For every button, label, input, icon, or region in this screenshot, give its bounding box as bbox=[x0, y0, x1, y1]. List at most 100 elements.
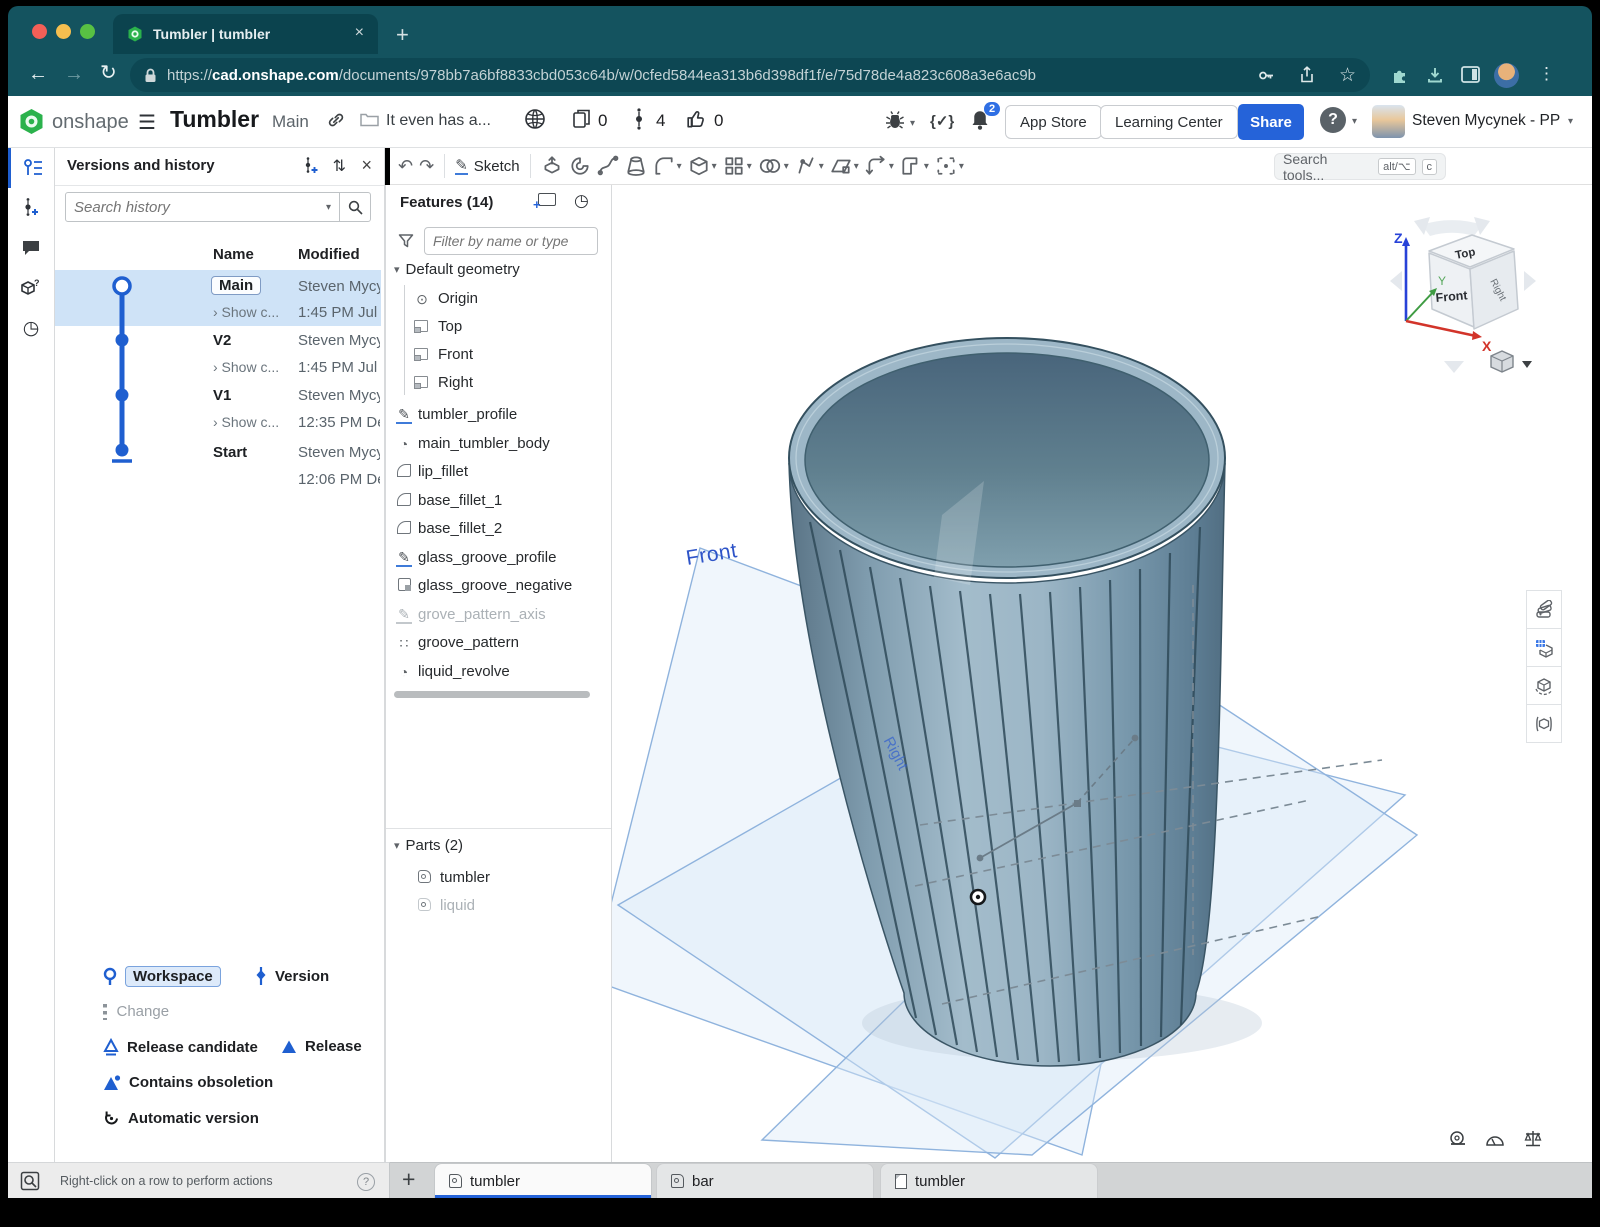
shell-caret-icon[interactable]: ▾ bbox=[712, 161, 717, 172]
transform-tool-icon[interactable]: ▾ bbox=[865, 155, 894, 177]
versions-count-icon[interactable] bbox=[634, 107, 644, 131]
view-options-caret-icon[interactable] bbox=[1522, 361, 1532, 368]
history-panel-button[interactable]: ◷ bbox=[8, 308, 54, 348]
workspace-badge[interactable]: Main bbox=[211, 276, 261, 295]
browser-tab[interactable]: Tumbler | tumbler × bbox=[113, 14, 378, 54]
default-geometry-group[interactable]: ▾ Default geometry bbox=[394, 261, 520, 278]
sheet-metal-tool-icon[interactable]: ▾ bbox=[900, 155, 929, 177]
pattern-tool-icon[interactable]: ▾ bbox=[723, 155, 752, 177]
show-changes-link[interactable]: › Show c... bbox=[213, 304, 279, 320]
feature-item-suppressed[interactable]: ✎ grove_pattern_axis bbox=[386, 603, 611, 629]
protractor-icon[interactable] bbox=[1484, 1129, 1506, 1149]
folder-icon[interactable] bbox=[360, 112, 379, 127]
origin-marker[interactable] bbox=[971, 890, 985, 904]
tab-bar-element[interactable]: bar bbox=[656, 1163, 874, 1198]
feature-item[interactable]: lip_fillet bbox=[386, 460, 611, 486]
insert-folder-button[interactable]: + bbox=[538, 193, 556, 211]
browser-menu-dots-icon[interactable]: ⋮ bbox=[1538, 64, 1555, 84]
search-tools-box[interactable]: Search tools... alt/⌥ c bbox=[1274, 153, 1446, 180]
search-history-box[interactable]: ▾ bbox=[65, 192, 371, 222]
browser-profile-avatar[interactable] bbox=[1494, 63, 1519, 88]
version-name[interactable]: V1 bbox=[213, 387, 231, 404]
filter-features-input[interactable] bbox=[424, 227, 598, 255]
boolean-caret-icon[interactable]: ▾ bbox=[784, 161, 789, 172]
version-name[interactable]: V2 bbox=[213, 332, 231, 349]
feature-plane-right[interactable]: Right bbox=[386, 371, 611, 397]
shell-tool-icon[interactable]: ▾ bbox=[688, 155, 717, 177]
show-changes-link[interactable]: › Show c... bbox=[213, 414, 279, 430]
feature-item[interactable]: base_fillet_2 bbox=[386, 517, 611, 543]
filter-funnel-icon[interactable] bbox=[398, 233, 414, 249]
plane-tool-icon[interactable]: ▾ bbox=[830, 155, 859, 177]
search-history-input[interactable] bbox=[66, 199, 326, 216]
user-caret-icon[interactable]: ▾ bbox=[1568, 116, 1573, 127]
search-document-icon[interactable] bbox=[20, 1171, 40, 1191]
create-version-button[interactable] bbox=[8, 188, 54, 228]
user-avatar[interactable] bbox=[1372, 105, 1405, 138]
custom-tables-panel-button[interactable] bbox=[1526, 705, 1562, 743]
plane-caret-icon[interactable]: ▾ bbox=[854, 161, 859, 172]
copies-icon[interactable] bbox=[572, 108, 592, 130]
modify-caret-icon[interactable]: ▾ bbox=[819, 161, 824, 172]
view-cube[interactable]: Top Front Right Z Y X bbox=[1384, 203, 1544, 381]
undo-icon[interactable]: ↶ bbox=[398, 156, 413, 177]
feature-script-icon[interactable]: {✓} bbox=[930, 112, 954, 130]
help-button[interactable]: ? bbox=[1320, 107, 1346, 133]
view-options-cube-icon[interactable] bbox=[1491, 351, 1513, 372]
extensions-puzzle-icon[interactable] bbox=[1390, 66, 1409, 85]
download-icon[interactable] bbox=[1426, 66, 1444, 84]
show-changes-link[interactable]: › Show c... bbox=[213, 359, 279, 375]
version-name[interactable]: Start bbox=[213, 444, 247, 461]
forward-icon[interactable]: → bbox=[64, 64, 84, 84]
password-key-icon[interactable] bbox=[1258, 67, 1275, 84]
report-bug-icon[interactable] bbox=[884, 109, 906, 131]
onshape-logo[interactable] bbox=[18, 108, 45, 135]
tab-tumbler-active[interactable]: tumbler bbox=[434, 1163, 652, 1198]
feature-item[interactable]: ◔ liquid_revolve bbox=[386, 660, 611, 686]
mate-connector-tool-icon[interactable]: ▾ bbox=[935, 155, 964, 177]
feature-item[interactable]: ✎ tumbler_profile bbox=[386, 403, 611, 429]
sketch-button[interactable]: ✎ Sketch bbox=[455, 158, 519, 175]
feature-item[interactable]: ◔ main_tumbler_body bbox=[386, 432, 611, 458]
boolean-tool-icon[interactable]: ▾ bbox=[758, 155, 789, 177]
model-help-panel-button[interactable]: ? bbox=[8, 268, 54, 308]
sweep-tool-icon[interactable] bbox=[597, 155, 619, 177]
versions-panel-button[interactable] bbox=[8, 148, 54, 188]
loft-tool-icon[interactable] bbox=[625, 155, 647, 177]
redo-icon[interactable]: ↷ bbox=[419, 156, 434, 177]
help-caret-icon[interactable]: ▾ bbox=[1352, 116, 1357, 127]
chevron-down-icon[interactable]: ▾ bbox=[394, 839, 400, 852]
close-panel-icon[interactable]: × bbox=[361, 155, 372, 176]
rollback-history-icon[interactable]: ◷ bbox=[574, 191, 589, 211]
mate-caret-icon[interactable]: ▾ bbox=[959, 161, 964, 172]
transform-caret-icon[interactable]: ▾ bbox=[889, 161, 894, 172]
part-item[interactable]: tumbler bbox=[386, 866, 611, 892]
appearance-panel-button[interactable] bbox=[1526, 590, 1562, 629]
configurations-panel-button[interactable] bbox=[1526, 629, 1562, 667]
user-name[interactable]: Steven Mycynek - PP bbox=[1412, 112, 1560, 130]
add-tab-button[interactable]: + bbox=[402, 1166, 415, 1193]
version-row-main[interactable]: Main › Show c... Steven Mycy 1:45 PM Jul bbox=[55, 270, 381, 326]
chevron-down-icon[interactable]: ▾ bbox=[394, 263, 400, 276]
pattern-caret-icon[interactable]: ▾ bbox=[747, 161, 752, 172]
version-row-v1[interactable]: V1 › Show c... Steven Mycy 12:35 PM De bbox=[55, 381, 381, 436]
document-title[interactable]: Tumbler bbox=[170, 106, 259, 133]
feature-item[interactable]: glass_groove_negative bbox=[386, 574, 611, 600]
model-viewport[interactable]: Front Right Top Front Right Z bbox=[612, 185, 1592, 1162]
feature-origin[interactable]: ⊙ Origin bbox=[386, 287, 611, 313]
share-icon[interactable] bbox=[1299, 66, 1315, 84]
zoom-window-button[interactable] bbox=[80, 24, 95, 39]
app-store-button[interactable]: App Store bbox=[1005, 105, 1102, 139]
new-tab-button[interactable]: + bbox=[396, 22, 409, 48]
feature-item[interactable]: base_fillet_1 bbox=[386, 489, 611, 515]
share-button[interactable]: Share bbox=[1238, 104, 1304, 140]
back-icon[interactable]: ← bbox=[28, 64, 48, 84]
feature-item[interactable]: ∷ groove_pattern bbox=[386, 631, 611, 657]
display-states-panel-button[interactable] bbox=[1526, 667, 1562, 705]
search-button[interactable] bbox=[339, 193, 370, 221]
part-item-hidden[interactable]: liquid bbox=[386, 894, 611, 920]
mass-properties-scale-icon[interactable] bbox=[1522, 1129, 1544, 1149]
feature-plane-top[interactable]: Top bbox=[386, 315, 611, 341]
feature-plane-front[interactable]: Front bbox=[386, 343, 611, 369]
feature-item[interactable]: ✎ glass_groove_profile bbox=[386, 546, 611, 572]
